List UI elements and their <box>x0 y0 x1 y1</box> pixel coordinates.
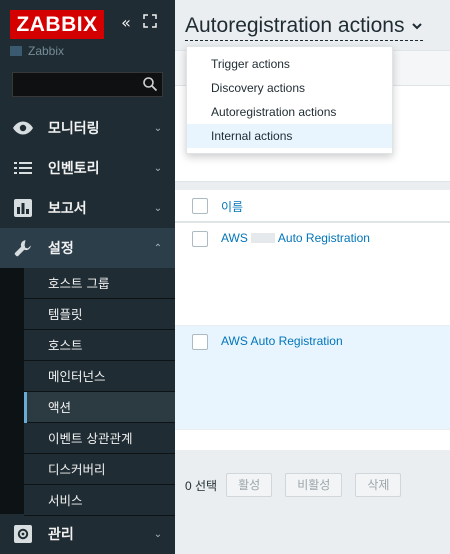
actions-table: 이름 AWS Auto Registration AWS Auto Registr… <box>175 190 450 450</box>
menu-label: 설정 <box>48 241 74 257</box>
sidebar: ZABBIX « Zabbix 모니터링 ⌄ 인벤토리 ⌄ 보고서 ⌄ 설정 ⌃… <box>0 0 175 554</box>
chevron-down-icon: ⌄ <box>153 202 163 214</box>
search-box <box>12 72 163 97</box>
menu-label: 인벤토리 <box>48 161 100 177</box>
menu-administration[interactable]: 관리 ⌄ <box>0 514 175 554</box>
wrench-icon <box>12 237 34 259</box>
collapse-sidebar-icon[interactable]: « <box>117 13 135 33</box>
search-input[interactable] <box>13 73 141 96</box>
menu-label: 모니터링 <box>48 121 100 137</box>
menu-label: 관리 <box>48 527 74 543</box>
action-type-menu: Trigger actions Discovery actions Autore… <box>186 46 393 154</box>
submenu-event-correlation[interactable]: 이벤트 상관관계 <box>24 423 175 454</box>
menu-item-autoregistration-actions[interactable]: Autoregistration actions <box>187 100 392 124</box>
submenu-services[interactable]: 서비스 <box>24 485 175 516</box>
action-name-link[interactable]: AWS Auto Registration <box>221 231 370 245</box>
menu-inventory[interactable]: 인벤토리 ⌄ <box>0 148 175 188</box>
submenu-actions[interactable]: 액션 <box>24 392 175 423</box>
column-header-name[interactable]: 이름 <box>221 198 243 215</box>
table-row: AWS Auto Registration <box>175 326 450 430</box>
page-title-dropdown[interactable]: Autoregistration actions <box>185 11 424 41</box>
row-checkbox[interactable] <box>192 231 208 247</box>
configuration-submenu: 호스트 그룹 템플릿 호스트 메인터넌스 액션 이벤트 상관관계 디스커버리 서… <box>0 268 175 516</box>
menu-monitoring[interactable]: 모니터링 ⌄ <box>0 108 175 148</box>
search-icon[interactable] <box>142 76 158 92</box>
bar-chart-icon <box>12 197 34 219</box>
server-node: Zabbix <box>10 42 64 60</box>
enable-button[interactable]: 활성 <box>226 473 273 497</box>
server-name: Zabbix <box>28 44 65 58</box>
chevron-down-icon <box>412 22 423 29</box>
kiosk-mode-icon[interactable] <box>141 13 159 33</box>
list-icon <box>12 157 34 179</box>
chevron-down-icon: ⌄ <box>153 122 163 134</box>
page-title: Autoregistration actions <box>185 13 405 37</box>
chevron-down-icon: ⌄ <box>153 162 163 174</box>
menu-reports[interactable]: 보고서 ⌄ <box>0 188 175 228</box>
chevron-down-icon: ⌄ <box>153 528 163 540</box>
submenu-hosts[interactable]: 호스트 <box>24 330 175 361</box>
zabbix-logo[interactable]: ZABBIX <box>10 10 104 39</box>
select-all-checkbox[interactable] <box>192 198 208 214</box>
menu-configuration[interactable]: 설정 ⌃ <box>0 228 175 268</box>
table-header: 이름 <box>175 190 450 223</box>
disable-button[interactable]: 비활성 <box>285 473 343 497</box>
menu-item-internal-actions[interactable]: Internal actions <box>187 124 392 148</box>
submenu-templates[interactable]: 템플릿 <box>24 299 175 330</box>
selected-count: 0 선택 <box>185 478 218 493</box>
gear-icon <box>12 523 34 545</box>
eye-icon <box>12 117 34 139</box>
submenu-maintenance[interactable]: 메인터넌스 <box>24 361 175 392</box>
node-icon <box>10 46 22 56</box>
row-checkbox[interactable] <box>192 334 208 350</box>
chevron-up-icon: ⌃ <box>153 242 163 254</box>
menu-label: 보고서 <box>48 201 87 217</box>
menu-item-discovery-actions[interactable]: Discovery actions <box>187 76 392 100</box>
redacted-text <box>250 233 275 243</box>
submenu-discovery[interactable]: 디스커버리 <box>24 454 175 485</box>
action-name-link[interactable]: AWS Auto Registration <box>221 334 343 348</box>
table-row: AWS Auto Registration <box>175 223 450 326</box>
submenu-host-groups[interactable]: 호스트 그룹 <box>24 268 175 299</box>
table-footer: 0 선택 활성 비활성 삭제 <box>175 472 450 498</box>
delete-button[interactable]: 삭제 <box>355 473 402 497</box>
menu-item-trigger-actions[interactable]: Trigger actions <box>187 52 392 76</box>
